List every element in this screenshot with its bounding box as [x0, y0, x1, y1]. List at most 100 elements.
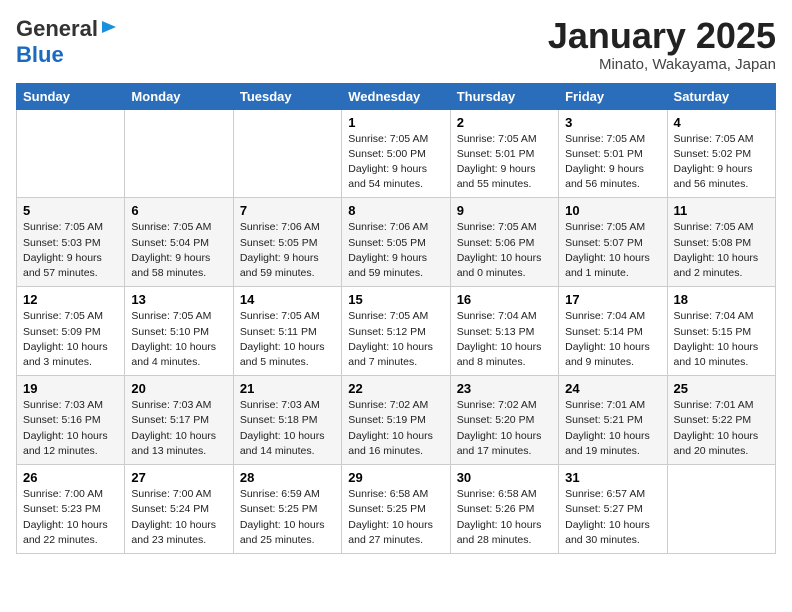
day-number: 22: [348, 381, 443, 396]
calendar-header-tuesday: Tuesday: [233, 83, 341, 109]
calendar-cell: 25Sunrise: 7:01 AM Sunset: 5:22 PM Dayli…: [667, 376, 775, 465]
calendar-cell: 27 Sunrise: 7:00 AM Sunset: 5:24 PM Dayli…: [125, 465, 233, 554]
calendar-cell: 16 Sunrise: 7:04 AM Sunset: 5:13 PM Dayli…: [450, 287, 558, 376]
calendar-cell: 29 Sunrise: 6:58 AM Sunset: 5:25 PM Dayli…: [342, 465, 450, 554]
day-number: 16: [457, 292, 552, 307]
day-info: Sunrise: 7:03 AM Sunset: 5:16 PM Dayligh…: [23, 398, 118, 459]
day-info: Sunrise: 7:05 AM Sunset: 5:04 PM Dayligh…: [131, 220, 226, 281]
day-number: 26: [23, 470, 118, 485]
day-number: 4: [674, 115, 769, 130]
day-info: Sunrise: 7:05 AM Sunset: 5:02 PM Dayligh…: [674, 132, 769, 193]
day-number: 27: [131, 470, 226, 485]
calendar-cell: 18 Sunrise: 7:04 AM Sunset: 5:15 PM Dayli…: [667, 287, 775, 376]
calendar-week-0: 1Sunrise: 7:05 AM Sunset: 5:00 PM Daylig…: [17, 109, 776, 198]
day-number: 11: [674, 203, 769, 218]
day-number: 9: [457, 203, 552, 218]
calendar-header-friday: Friday: [559, 83, 667, 109]
day-number: 2: [457, 115, 552, 130]
calendar-cell: 9Sunrise: 7:05 AM Sunset: 5:06 PM Daylig…: [450, 198, 558, 287]
day-info: Sunrise: 7:03 AM Sunset: 5:17 PM Dayligh…: [131, 398, 226, 459]
calendar-cell: 7Sunrise: 7:06 AM Sunset: 5:05 PM Daylig…: [233, 198, 341, 287]
calendar-cell: 12 Sunrise: 7:05 AM Sunset: 5:09 PM Dayli…: [17, 287, 125, 376]
day-info: Sunrise: 7:01 AM Sunset: 5:21 PM Dayligh…: [565, 398, 660, 459]
day-number: 28: [240, 470, 335, 485]
calendar-cell: 28 Sunrise: 6:59 AM Sunset: 5:25 PM Dayli…: [233, 465, 341, 554]
day-info: Sunrise: 6:58 AM Sunset: 5:26 PM Dayligh…: [457, 487, 552, 548]
day-info: Sunrise: 6:58 AM Sunset: 5:25 PM Dayligh…: [348, 487, 443, 548]
day-number: 29: [348, 470, 443, 485]
logo-general-text: General: [16, 16, 98, 42]
calendar-cell: 4 Sunrise: 7:05 AM Sunset: 5:02 PM Daylig…: [667, 109, 775, 198]
calendar-cell: [125, 109, 233, 198]
day-info: Sunrise: 7:05 AM Sunset: 5:11 PM Dayligh…: [240, 309, 335, 370]
day-number: 5: [23, 203, 118, 218]
day-info: Sunrise: 7:02 AM Sunset: 5:20 PM Dayligh…: [457, 398, 552, 459]
calendar-cell: 23 Sunrise: 7:02 AM Sunset: 5:20 PM Dayli…: [450, 376, 558, 465]
day-number: 23: [457, 381, 552, 396]
day-number: 3: [565, 115, 660, 130]
calendar-cell: 22 Sunrise: 7:02 AM Sunset: 5:19 PM Dayli…: [342, 376, 450, 465]
day-info: Sunrise: 7:04 AM Sunset: 5:13 PM Dayligh…: [457, 309, 552, 370]
calendar-header-saturday: Saturday: [667, 83, 775, 109]
header: General Blue January 2025 Minato, Wakaya…: [16, 16, 776, 73]
day-number: 6: [131, 203, 226, 218]
day-info: Sunrise: 7:06 AM Sunset: 5:05 PM Dayligh…: [240, 220, 335, 281]
title-area: January 2025 Minato, Wakayama, Japan: [548, 16, 776, 73]
calendar-cell: 30 Sunrise: 6:58 AM Sunset: 5:26 PM Dayli…: [450, 465, 558, 554]
day-number: 13: [131, 292, 226, 307]
day-number: 8: [348, 203, 443, 218]
calendar-header-sunday: Sunday: [17, 83, 125, 109]
logo: General Blue: [16, 16, 118, 68]
calendar-cell: 17Sunrise: 7:04 AM Sunset: 5:14 PM Dayli…: [559, 287, 667, 376]
calendar-cell: 19Sunrise: 7:03 AM Sunset: 5:16 PM Dayli…: [17, 376, 125, 465]
day-info: Sunrise: 6:59 AM Sunset: 5:25 PM Dayligh…: [240, 487, 335, 548]
day-info: Sunrise: 7:05 AM Sunset: 5:01 PM Dayligh…: [565, 132, 660, 193]
day-info: Sunrise: 7:05 AM Sunset: 5:12 PM Dayligh…: [348, 309, 443, 370]
day-number: 30: [457, 470, 552, 485]
day-number: 15: [348, 292, 443, 307]
calendar-table: SundayMondayTuesdayWednesdayThursdayFrid…: [16, 83, 776, 554]
day-info: Sunrise: 7:05 AM Sunset: 5:00 PM Dayligh…: [348, 132, 443, 193]
day-number: 18: [674, 292, 769, 307]
calendar-cell: [17, 109, 125, 198]
day-info: Sunrise: 6:57 AM Sunset: 5:27 PM Dayligh…: [565, 487, 660, 548]
day-info: Sunrise: 7:05 AM Sunset: 5:09 PM Dayligh…: [23, 309, 118, 370]
day-info: Sunrise: 7:06 AM Sunset: 5:05 PM Dayligh…: [348, 220, 443, 281]
day-info: Sunrise: 7:02 AM Sunset: 5:19 PM Dayligh…: [348, 398, 443, 459]
calendar-cell: 14Sunrise: 7:05 AM Sunset: 5:11 PM Dayli…: [233, 287, 341, 376]
logo-blue-text: Blue: [16, 42, 64, 67]
calendar-cell: 21 Sunrise: 7:03 AM Sunset: 5:18 PM Dayli…: [233, 376, 341, 465]
day-number: 21: [240, 381, 335, 396]
calendar-cell: 2Sunrise: 7:05 AM Sunset: 5:01 PM Daylig…: [450, 109, 558, 198]
calendar-cell: 5 Sunrise: 7:05 AM Sunset: 5:03 PM Daylig…: [17, 198, 125, 287]
day-number: 12: [23, 292, 118, 307]
day-info: Sunrise: 7:05 AM Sunset: 5:10 PM Dayligh…: [131, 309, 226, 370]
calendar-week-1: 5 Sunrise: 7:05 AM Sunset: 5:03 PM Daylig…: [17, 198, 776, 287]
calendar-cell: 1Sunrise: 7:05 AM Sunset: 5:00 PM Daylig…: [342, 109, 450, 198]
day-number: 24: [565, 381, 660, 396]
day-info: Sunrise: 7:00 AM Sunset: 5:23 PM Dayligh…: [23, 487, 118, 548]
location-title: Minato, Wakayama, Japan: [548, 56, 776, 73]
calendar-header-thursday: Thursday: [450, 83, 558, 109]
calendar-header-monday: Monday: [125, 83, 233, 109]
calendar-week-2: 12 Sunrise: 7:05 AM Sunset: 5:09 PM Dayli…: [17, 287, 776, 376]
calendar-cell: [233, 109, 341, 198]
calendar-cell: 15 Sunrise: 7:05 AM Sunset: 5:12 PM Dayli…: [342, 287, 450, 376]
calendar-header-row: SundayMondayTuesdayWednesdayThursdayFrid…: [17, 83, 776, 109]
day-info: Sunrise: 7:05 AM Sunset: 5:07 PM Dayligh…: [565, 220, 660, 281]
day-info: Sunrise: 7:03 AM Sunset: 5:18 PM Dayligh…: [240, 398, 335, 459]
calendar-cell: [667, 465, 775, 554]
calendar-cell: 31 Sunrise: 6:57 AM Sunset: 5:27 PM Dayli…: [559, 465, 667, 554]
calendar-cell: 26 Sunrise: 7:00 AM Sunset: 5:23 PM Dayli…: [17, 465, 125, 554]
day-number: 31: [565, 470, 660, 485]
day-number: 17: [565, 292, 660, 307]
day-info: Sunrise: 7:01 AM Sunset: 5:22 PM Dayligh…: [674, 398, 769, 459]
calendar-header-wednesday: Wednesday: [342, 83, 450, 109]
calendar-cell: 20Sunrise: 7:03 AM Sunset: 5:17 PM Dayli…: [125, 376, 233, 465]
day-info: Sunrise: 7:05 AM Sunset: 5:03 PM Dayligh…: [23, 220, 118, 281]
calendar-week-4: 26 Sunrise: 7:00 AM Sunset: 5:23 PM Dayli…: [17, 465, 776, 554]
calendar-cell: 24 Sunrise: 7:01 AM Sunset: 5:21 PM Dayli…: [559, 376, 667, 465]
day-number: 10: [565, 203, 660, 218]
day-info: Sunrise: 7:00 AM Sunset: 5:24 PM Dayligh…: [131, 487, 226, 548]
day-info: Sunrise: 7:04 AM Sunset: 5:15 PM Dayligh…: [674, 309, 769, 370]
